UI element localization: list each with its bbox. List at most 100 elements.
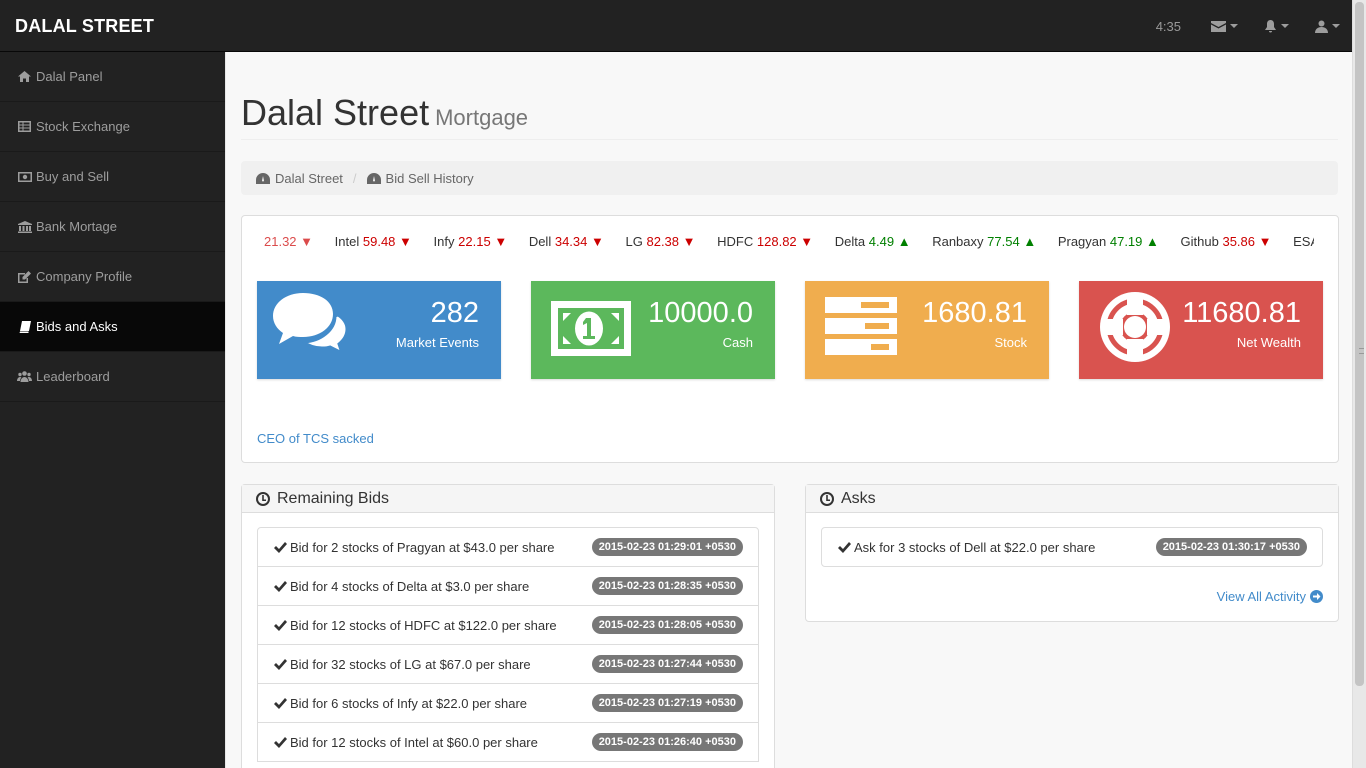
brand-logo[interactable]: DALAL STREET <box>15 16 154 37</box>
edit-icon <box>17 270 32 283</box>
list-item[interactable]: Bid for 12 stocks of Intel at $60.0 per … <box>257 722 759 762</box>
market-overview-panel: 21.32 ▼ Intel 59.48 ▼ Infy 22.15 ▼ Dell … <box>241 215 1339 463</box>
users-icon <box>17 371 32 382</box>
market-events-label: Market Events <box>395 335 479 350</box>
stock-value: 1680.81 <box>922 297 1027 329</box>
page-subtitle: Mortgage <box>435 105 529 130</box>
sidebar-item-label: Company Profile <box>36 269 133 284</box>
top-right-menu: 4:35 <box>1156 0 1352 52</box>
net-wealth-card[interactable]: 11680.81 Net Wealth <box>1079 281 1323 379</box>
list-item[interactable]: Ask for 3 stocks of Dell at $22.0 per sh… <box>821 527 1323 567</box>
cash-value: 10000.0 <box>648 297 753 329</box>
breadcrumb-separator: / <box>352 170 357 186</box>
top-navbar: DALAL STREET 4:35 <box>0 0 1352 52</box>
page-scrollbar[interactable] <box>1352 0 1366 768</box>
sidebar-item-bids-and-asks[interactable]: Bids and Asks <box>0 302 225 352</box>
bid-text: Bid for 2 stocks of Pragyan at $43.0 per… <box>290 539 555 555</box>
alerts-dropdown[interactable] <box>1264 19 1289 33</box>
timestamp-badge: 2015-02-23 01:30:17 +0530 <box>1155 538 1307 556</box>
stock-label: Stock <box>994 335 1027 350</box>
news-headline-link[interactable]: CEO of TCS sacked <box>257 431 374 446</box>
clock-icon <box>256 491 270 506</box>
main-content: Dalal Street Mortgage Dalal Street / Bid … <box>225 52 1352 768</box>
bid-text: Bid for 12 stocks of HDFC at $122.0 per … <box>290 617 557 633</box>
server-icon <box>825 297 897 358</box>
check-icon <box>274 580 287 592</box>
sidebar-item-company-profile[interactable]: Company Profile <box>0 252 225 302</box>
page-header: Dalal Street Mortgage <box>241 92 1338 140</box>
ticker-item: Intel 59.48 ▼ <box>334 234 412 249</box>
page-title: Dalal Street <box>241 92 430 133</box>
messages-dropdown[interactable] <box>1211 20 1238 32</box>
comments-icon <box>273 293 349 356</box>
cash-label: Cash <box>722 335 753 350</box>
sidebar: Dalal Panel Stock Exchange Buy and Sell … <box>0 52 225 768</box>
stock-ticker: 21.32 ▼ Intel 59.48 ▼ Infy 22.15 ▼ Dell … <box>264 234 1314 252</box>
check-icon <box>274 619 287 631</box>
ticker-item: LG 82.38 ▼ <box>625 234 696 249</box>
clock: 4:35 <box>1155 18 1181 34</box>
timestamp-badge: 2015-02-23 01:29:01 +0530 <box>591 538 743 556</box>
table-icon <box>17 121 32 132</box>
breadcrumb-home-label: Dalal Street <box>275 170 343 186</box>
ticker-item: Ranbaxy 77.54 ▲ <box>932 234 1037 249</box>
breadcrumb: Dalal Street / Bid Sell History <box>241 161 1338 195</box>
ticker-item: Pragyan 47.19 ▲ <box>1057 234 1159 249</box>
breadcrumb-home[interactable]: Dalal Street <box>256 171 343 186</box>
list-item[interactable]: Bid for 12 stocks of HDFC at $122.0 per … <box>257 605 759 645</box>
remaining-bids-title: Remaining Bids <box>277 489 390 507</box>
sidebar-item-dalal-panel[interactable]: Dalal Panel <box>0 52 225 102</box>
clock-icon <box>820 491 834 506</box>
ticker-item: Github 35.86 ▼ <box>1180 234 1272 249</box>
list-item[interactable]: Bid for 2 stocks of Pragyan at $43.0 per… <box>257 527 759 567</box>
sidebar-item-label: Bids and Asks <box>36 319 118 334</box>
ticker-item: Dell 34.34 ▼ <box>528 234 604 249</box>
user-icon <box>1315 20 1328 33</box>
net-wealth-label: Net Wealth <box>1236 335 1301 350</box>
sidebar-item-label: Stock Exchange <box>36 119 130 134</box>
check-icon <box>274 736 287 748</box>
list-item[interactable]: Bid for 6 stocks of Infy at $22.0 per sh… <box>257 683 759 723</box>
arrow-circle-right-icon <box>1310 590 1323 603</box>
asks-header: Asks <box>806 485 1338 513</box>
bid-text: Bid for 12 stocks of Intel at $60.0 per … <box>290 734 538 750</box>
money-icon <box>17 171 32 182</box>
sidebar-item-label: Dalal Panel <box>36 69 103 84</box>
market-events-card[interactable]: 282 Market Events <box>257 281 501 379</box>
check-icon <box>274 658 287 670</box>
bell-icon <box>1265 19 1276 32</box>
timestamp-badge: 2015-02-23 01:27:19 +0530 <box>591 694 743 712</box>
breadcrumb-current: Bid Sell History <box>366 171 474 186</box>
scrollbar-thumb[interactable] <box>1355 2 1364 686</box>
remaining-bids-panel: Remaining Bids Bid for 2 stocks of Pragy… <box>241 484 775 768</box>
list-item[interactable]: Bid for 32 stocks of LG at $67.0 per sha… <box>257 644 759 684</box>
sidebar-item-leaderboard[interactable]: Leaderboard <box>0 352 225 402</box>
envelope-icon <box>1211 20 1226 32</box>
sidebar-item-stock-exchange[interactable]: Stock Exchange <box>0 102 225 152</box>
dashboard-icon <box>256 172 270 184</box>
list-item[interactable]: Bid for 4 stocks of Delta at $3.0 per sh… <box>257 566 759 606</box>
home-icon <box>17 71 32 82</box>
stock-card[interactable]: 1680.81 Stock <box>805 281 1049 379</box>
life-ring-icon <box>1099 291 1171 366</box>
bid-text: Bid for 6 stocks of Infy at $22.0 per sh… <box>290 695 528 711</box>
ticker-item: HDFC 128.82 ▼ <box>717 234 814 249</box>
dashboard-icon <box>366 172 381 184</box>
ticker-item: ESAT 3. <box>1293 234 1314 249</box>
ask-text: Ask for 3 stocks of Dell at $22.0 per sh… <box>854 539 1096 555</box>
cash-card[interactable]: 10000.0 Cash <box>531 281 775 379</box>
bid-text: Bid for 32 stocks of LG at $67.0 per sha… <box>290 656 531 672</box>
ticker-item: Infy 22.15 ▼ <box>433 234 508 249</box>
sidebar-item-bank-mortage[interactable]: Bank Mortage <box>0 202 225 252</box>
net-wealth-value: 11680.81 <box>1182 297 1301 329</box>
sidebar-item-label: Bank Mortage <box>36 219 117 234</box>
bank-icon <box>17 220 32 233</box>
check-icon <box>274 541 287 553</box>
view-all-activity-link[interactable]: View All Activity <box>1217 589 1323 604</box>
money-icon <box>551 301 631 359</box>
sidebar-item-buy-and-sell[interactable]: Buy and Sell <box>0 152 225 202</box>
user-dropdown[interactable] <box>1315 20 1340 33</box>
sidebar-item-label: Buy and Sell <box>36 169 109 184</box>
ticker-item: 21.32 ▼ <box>264 234 314 249</box>
asks-title: Asks <box>841 489 876 507</box>
